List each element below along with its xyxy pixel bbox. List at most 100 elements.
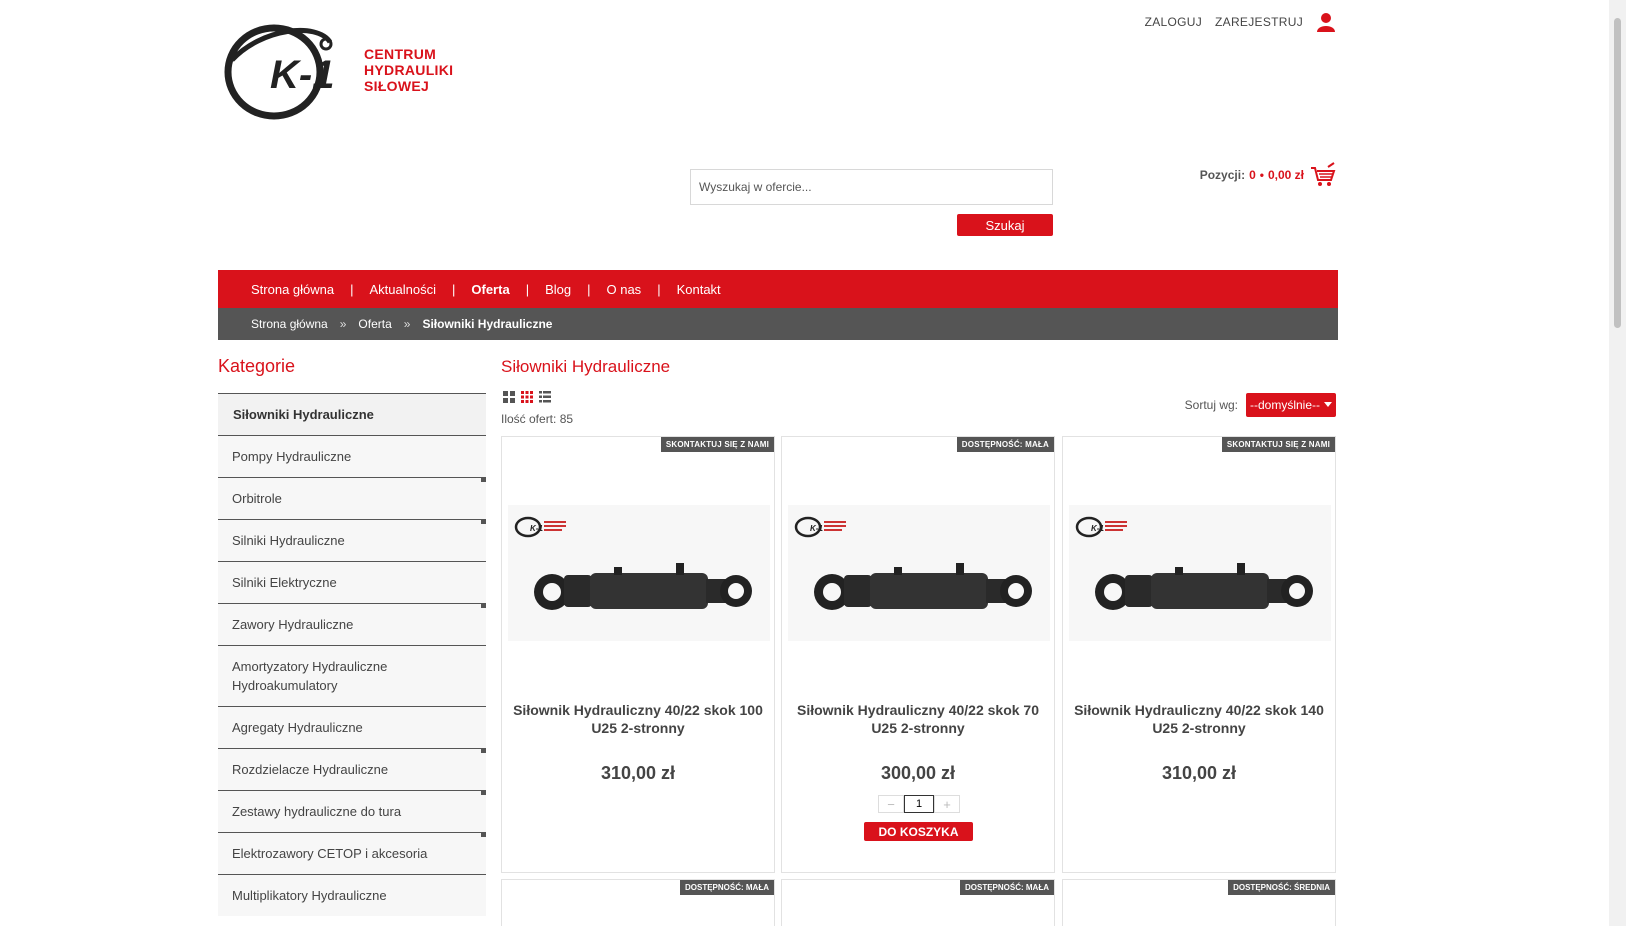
product-card[interactable]: SKONTAKTUJ SIĘ Z NAMI K-1 Siłownik Hydra… bbox=[1062, 436, 1336, 873]
sort-select[interactable]: --domyślnie-- bbox=[1246, 393, 1336, 417]
hydraulic-cylinder-image: K-1 bbox=[508, 505, 770, 641]
category-corner-marker bbox=[481, 790, 486, 795]
category-item-loader-kits[interactable]: Zestawy hydrauliczne do tura bbox=[218, 790, 486, 832]
category-label: Rozdzielacze Hydrauliczne bbox=[232, 762, 389, 777]
availability-badge: DOSTĘPNOŚĆ: MAŁA bbox=[680, 880, 774, 895]
product-image[interactable]: K-1 bbox=[1069, 505, 1331, 641]
nav-news[interactable]: Aktualności bbox=[370, 282, 436, 297]
breadcrumb-separator: » bbox=[339, 317, 347, 331]
category-item-orbitrols[interactable]: Orbitrole bbox=[218, 477, 486, 519]
nav-separator: | bbox=[587, 281, 591, 297]
product-card[interactable]: DOSTĘPNOŚĆ: MAŁA bbox=[501, 879, 775, 926]
list-icon[interactable] bbox=[539, 391, 551, 403]
category-corner-marker bbox=[481, 519, 486, 524]
product-name[interactable]: Siłownik Hydrauliczny 40/22 skok 100 U25… bbox=[512, 701, 764, 737]
sort-control: Sortuj wg: --domyślnie-- bbox=[1185, 393, 1336, 417]
category-corner-marker bbox=[481, 477, 486, 482]
view-toggle bbox=[503, 391, 551, 403]
category-corner-marker bbox=[481, 832, 486, 837]
breadcrumb-offer[interactable]: Oferta bbox=[358, 317, 391, 331]
category-item-hydraulic-motors[interactable]: Silniki Hydrauliczne bbox=[218, 519, 486, 561]
category-label: Elektrozawory CETOP i akcesoria bbox=[232, 846, 428, 861]
quantity-stepper: − + bbox=[878, 795, 960, 813]
category-item-dampers[interactable]: Amortyzatory Hydrauliczne Hydroakumulato… bbox=[218, 645, 486, 706]
sort-value: --domyślnie-- bbox=[1249, 398, 1320, 412]
breadcrumb: Strona główna » Oferta » Siłowniki Hydra… bbox=[218, 308, 1338, 340]
grid-small-icon[interactable] bbox=[521, 391, 533, 403]
sidebar-title: Kategorie bbox=[218, 356, 296, 376]
product-card[interactable]: DOSTĘPNOŚĆ: ŚREDNIA bbox=[1062, 879, 1336, 926]
category-item-electric-motors[interactable]: Silniki Elektryczne bbox=[218, 561, 486, 603]
svg-text:K-1: K-1 bbox=[1091, 524, 1104, 533]
search-button[interactable]: Szukaj bbox=[957, 214, 1053, 236]
page-scrollbar[interactable] bbox=[1609, 0, 1626, 926]
user-icon[interactable] bbox=[1316, 12, 1336, 32]
breadcrumb-separator: » bbox=[403, 317, 411, 331]
category-label: Silniki Hydrauliczne bbox=[232, 533, 345, 548]
hydraulic-cylinder-image: K-1 bbox=[1069, 505, 1331, 641]
product-price: 310,00 zł bbox=[600, 763, 676, 783]
grid-large-icon[interactable] bbox=[503, 391, 515, 403]
account-links: ZALOGUJ ZAREJESTRUJ bbox=[1145, 12, 1336, 32]
quantity-input[interactable] bbox=[904, 795, 934, 813]
breadcrumb-current: Siłowniki Hydrauliczne bbox=[422, 317, 553, 331]
category-label: Siłowniki Hydrauliczne bbox=[233, 407, 374, 422]
category-label: Zestawy hydrauliczne do tura bbox=[232, 804, 402, 819]
category-item-valves[interactable]: Zawory Hydrauliczne bbox=[218, 603, 486, 645]
category-label: Silniki Elektryczne bbox=[232, 575, 337, 590]
nav-blog[interactable]: Blog bbox=[545, 282, 571, 297]
category-list: Siłowniki Hydrauliczne Pompy Hydrauliczn… bbox=[218, 393, 486, 916]
category-label: Orbitrole bbox=[232, 491, 282, 506]
cart-icon[interactable] bbox=[1310, 162, 1336, 188]
product-name[interactable]: Siłownik Hydrauliczny 40/22 skok 70 U25 … bbox=[792, 701, 1044, 737]
category-item-pumps[interactable]: Pompy Hydrauliczne bbox=[218, 435, 486, 477]
offer-count: Ilość ofert: 85 bbox=[501, 412, 574, 426]
category-item-power-units[interactable]: Agregaty Hydrauliczne bbox=[218, 706, 486, 748]
product-image[interactable]: K-1 bbox=[788, 505, 1050, 641]
svg-text:K-1: K-1 bbox=[270, 53, 334, 97]
scrollbar-thumb[interactable] bbox=[1614, 18, 1621, 328]
sort-label: Sortuj wg: bbox=[1184, 398, 1238, 412]
hydraulic-cylinder-image: K-1 bbox=[788, 505, 1050, 641]
cart-label: Pozycji: bbox=[1199, 168, 1246, 182]
nav-separator: | bbox=[525, 281, 530, 297]
nav-separator: | bbox=[657, 281, 661, 297]
search-input[interactable] bbox=[690, 169, 1053, 205]
add-to-cart-button[interactable]: DO KOSZYKA bbox=[864, 822, 973, 841]
nav-contact[interactable]: Kontakt bbox=[677, 282, 721, 297]
login-link[interactable]: ZALOGUJ bbox=[1145, 15, 1202, 29]
cart-total: 0,00 zł bbox=[1267, 168, 1304, 182]
cart-summary[interactable]: Pozycji: 0 • 0,00 zł bbox=[1200, 162, 1336, 188]
category-item-distributors[interactable]: Rozdzielacze Hydrauliczne bbox=[218, 748, 486, 790]
product-card[interactable]: DOSTĘPNOŚĆ: MAŁA bbox=[781, 879, 1055, 926]
caret-down-icon bbox=[1324, 402, 1332, 407]
nav-about[interactable]: O nas bbox=[607, 282, 642, 297]
breadcrumb-home[interactable]: Strona główna bbox=[251, 317, 328, 331]
nav-offer[interactable]: Oferta bbox=[471, 282, 509, 297]
category-item-cetop[interactable]: Elektrozawory CETOP i akcesoria bbox=[218, 832, 486, 874]
nav-home[interactable]: Strona główna bbox=[251, 282, 334, 297]
product-card[interactable]: DOSTĘPNOŚĆ: MAŁA K-1 Siłownik Hydraulicz… bbox=[781, 436, 1055, 873]
availability-badge: SKONTAKTUJ SIĘ Z NAMI bbox=[1221, 437, 1335, 452]
svg-text:K-1: K-1 bbox=[530, 524, 543, 533]
category-label: Zawory Hydrauliczne bbox=[232, 617, 354, 632]
nav-separator: | bbox=[452, 281, 456, 297]
category-item-cylinders[interactable]: Siłowniki Hydrauliczne bbox=[218, 393, 486, 435]
category-corner-marker bbox=[481, 603, 486, 608]
product-name[interactable]: Siłownik Hydrauliczny 40/22 skok 140 U25… bbox=[1073, 701, 1325, 737]
page-container: K-1 CENTRUM HYDRAULIKI SIŁOWEJ ZALOGUJ Z… bbox=[218, 0, 1338, 926]
quantity-increase-button[interactable]: + bbox=[934, 795, 960, 813]
availability-badge: DOSTĘPNOŚĆ: MAŁA bbox=[960, 880, 1054, 895]
quantity-decrease-button[interactable]: − bbox=[878, 795, 904, 813]
category-item-multipliers[interactable]: Multiplikatory Hydrauliczne bbox=[218, 874, 486, 916]
product-image[interactable]: K-1 bbox=[508, 505, 770, 641]
product-price: 300,00 zł bbox=[880, 763, 956, 783]
nav-separator: | bbox=[350, 281, 354, 297]
availability-badge: DOSTĘPNOŚĆ: MAŁA bbox=[956, 437, 1054, 452]
product-card[interactable]: SKONTAKTUJ SIĘ Z NAMI K-1 Siłownik Hydra… bbox=[501, 436, 775, 873]
category-label: Amortyzatory Hydrauliczne Hydroakumulato… bbox=[232, 659, 388, 693]
category-corner-marker bbox=[481, 748, 486, 753]
category-label: Pompy Hydrauliczne bbox=[232, 449, 352, 464]
register-link[interactable]: ZAREJESTRUJ bbox=[1215, 15, 1303, 29]
logo-text: CENTRUM HYDRAULIKI SIŁOWEJ bbox=[364, 46, 454, 94]
